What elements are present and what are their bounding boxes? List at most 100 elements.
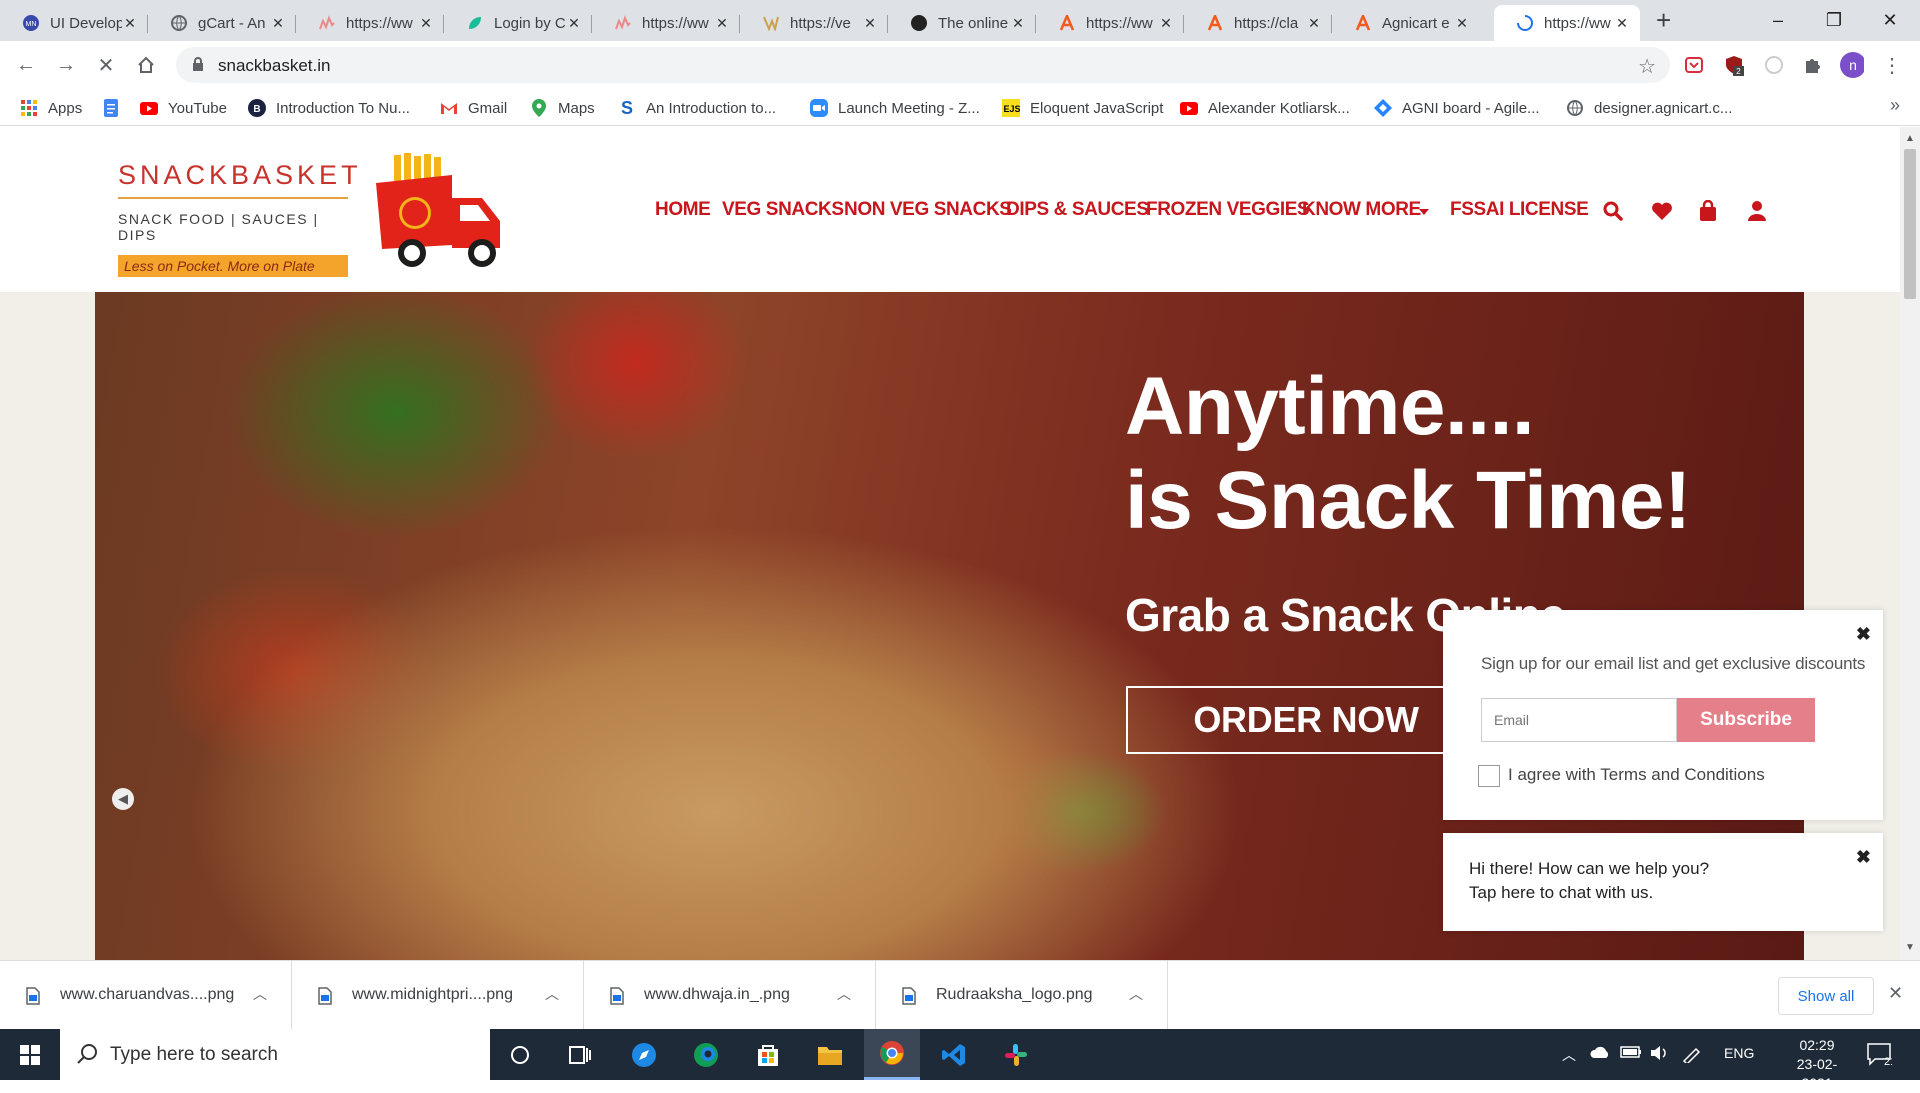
tab-active[interactable]: https://ww ✕ xyxy=(1494,5,1640,41)
restore-button[interactable]: ❐ xyxy=(1806,0,1862,40)
close-tab-icon[interactable]: ✕ xyxy=(1158,15,1174,31)
bookmark-youtube[interactable]: YouTube xyxy=(140,97,227,119)
bookmark-docs[interactable] xyxy=(102,97,130,119)
tab-5[interactable]: https://ww ✕ xyxy=(592,5,740,41)
close-icon[interactable]: ✖ xyxy=(1856,847,1871,868)
nav-know-more[interactable]: KNOW MORE xyxy=(1302,199,1421,221)
tab-9[interactable]: https://cla ✕ xyxy=(1184,5,1332,41)
bookmark-kotliarsk[interactable]: Alexander Kotliarsk... xyxy=(1180,97,1350,119)
back-button[interactable]: ← xyxy=(14,53,38,77)
home-button[interactable] xyxy=(134,53,158,77)
close-tab-icon[interactable]: ✕ xyxy=(122,15,138,31)
nav-non-veg-snacks[interactable]: NON VEG SNACKS xyxy=(844,199,1012,221)
bookmark-introduction[interactable]: S An Introduction to... xyxy=(618,97,776,119)
tab-10[interactable]: Agnicart e ✕ xyxy=(1332,5,1480,41)
windows-start-icon[interactable] xyxy=(0,1029,60,1080)
nav-fssai-license[interactable]: FSSAI LICENSE xyxy=(1450,199,1589,221)
system-clock[interactable]: 02:29 23-02-2021 xyxy=(1782,1036,1852,1093)
cart-bag-icon[interactable] xyxy=(1696,199,1720,223)
show-all-button[interactable]: Show all xyxy=(1778,977,1874,1015)
address-bar[interactable]: snackbasket.in ☆ xyxy=(176,47,1670,83)
scroll-up-icon[interactable]: ▲ xyxy=(1905,133,1915,144)
close-icon[interactable]: ✖ xyxy=(1856,624,1871,645)
chevron-up-icon[interactable]: ︿ xyxy=(253,984,267,1004)
chevron-down-icon[interactable] xyxy=(1419,209,1429,215)
bookmark-maps[interactable]: Maps xyxy=(530,97,595,119)
file-explorer-icon[interactable] xyxy=(802,1029,858,1080)
download-item[interactable]: www.charuandvas....png ︿ xyxy=(0,961,292,1030)
tab-3[interactable]: https://ww ✕ xyxy=(296,5,444,41)
bookmark-eloquent-js[interactable]: EJS Eloquent JavaScript xyxy=(1002,97,1163,119)
battery-icon[interactable] xyxy=(1620,1045,1642,1059)
close-tab-icon[interactable]: ✕ xyxy=(1614,15,1630,31)
tab-2[interactable]: gCart - An ✕ xyxy=(148,5,296,41)
menu-kebab-icon[interactable]: ⋮ xyxy=(1880,53,1904,77)
close-tab-icon[interactable]: ✕ xyxy=(1010,15,1026,31)
task-view-icon[interactable] xyxy=(552,1029,608,1080)
pocket-extension-icon[interactable] xyxy=(1682,53,1706,77)
close-tab-icon[interactable]: ✕ xyxy=(1306,15,1322,31)
close-tab-icon[interactable]: ✕ xyxy=(1454,15,1470,31)
search-icon[interactable] xyxy=(1601,199,1625,223)
notifications-icon[interactable]: 21 xyxy=(1866,1041,1892,1067)
close-tab-icon[interactable]: ✕ xyxy=(566,15,582,31)
volume-icon[interactable] xyxy=(1650,1045,1670,1061)
site-logo[interactable]: SNACKBASKET SNACK FOOD | SAUCES | DIPS L… xyxy=(118,160,358,277)
cortana-icon[interactable] xyxy=(492,1029,548,1080)
vscode-icon[interactable] xyxy=(926,1029,982,1080)
bookmark-apps[interactable]: Apps xyxy=(20,97,82,119)
user-account-icon[interactable] xyxy=(1745,199,1769,223)
order-now-button[interactable]: ORDER NOW xyxy=(1126,686,1486,754)
onedrive-icon[interactable] xyxy=(1590,1045,1610,1059)
safari-icon[interactable] xyxy=(616,1029,672,1080)
close-window-button[interactable]: ✕ xyxy=(1862,0,1918,40)
close-tab-icon[interactable]: ✕ xyxy=(714,15,730,31)
nav-home[interactable]: HOME xyxy=(655,199,711,221)
chevron-up-icon[interactable]: ︿ xyxy=(1129,984,1143,1004)
page-scrollbar[interactable]: ▲ ▼ xyxy=(1900,127,1920,960)
chrome-icon[interactable] xyxy=(864,1029,920,1080)
download-item[interactable]: www.dhwaja.in_.png ︿ xyxy=(584,961,876,1030)
download-item[interactable]: www.midnightpri....png ︿ xyxy=(292,961,584,1030)
bookmark-agni-board[interactable]: AGNI board - Agile... xyxy=(1374,97,1540,119)
tab-6[interactable]: https://ve ✕ xyxy=(740,5,888,41)
tray-chevron-icon[interactable]: ︿ xyxy=(1562,1045,1576,1065)
slider-prev-icon[interactable]: ◀ xyxy=(112,788,134,810)
profile-avatar[interactable]: n xyxy=(1840,52,1864,78)
tab-1[interactable]: MN UI Develop ✕ xyxy=(0,5,148,41)
close-icon[interactable]: ✕ xyxy=(1888,983,1903,1004)
nav-frozen-veggies[interactable]: FROZEN VEGGIES xyxy=(1146,199,1310,221)
tab-7[interactable]: The online ✕ xyxy=(888,5,1036,41)
nav-veg-snacks[interactable]: VEG SNACKS xyxy=(722,199,844,221)
terms-checkbox[interactable] xyxy=(1478,765,1500,787)
bookmark-zoom[interactable]: Launch Meeting - Z... xyxy=(810,97,980,119)
tab-4[interactable]: Login by C ✕ xyxy=(444,5,592,41)
slack-icon[interactable] xyxy=(988,1029,1044,1080)
taskbar-search[interactable]: Type here to search xyxy=(60,1029,490,1080)
chevron-up-icon[interactable]: ︿ xyxy=(545,984,559,1004)
stop-loading-button[interactable]: ✕ xyxy=(94,53,118,77)
minimize-button[interactable]: – xyxy=(1750,0,1806,40)
download-item[interactable]: Rudraaksha_logo.png ︿ xyxy=(876,961,1168,1030)
forward-button[interactable]: → xyxy=(54,53,78,77)
bookmark-gmail[interactable]: Gmail xyxy=(440,97,507,119)
close-tab-icon[interactable]: ✕ xyxy=(270,15,286,31)
wishlist-heart-icon[interactable] xyxy=(1650,199,1674,223)
chevron-up-icon[interactable]: ︿ xyxy=(837,984,851,1004)
close-tab-icon[interactable]: ✕ xyxy=(418,15,434,31)
truck-logo-icon[interactable] xyxy=(372,153,517,268)
scroll-down-icon[interactable]: ▼ xyxy=(1905,942,1915,953)
shield-extension-icon[interactable]: 2 xyxy=(1722,53,1746,77)
scroll-thumb[interactable] xyxy=(1904,149,1916,299)
more-bookmarks-icon[interactable]: » xyxy=(1890,95,1900,116)
loading-extension-icon[interactable] xyxy=(1762,53,1786,77)
store-icon[interactable] xyxy=(740,1029,796,1080)
chat-popup[interactable]: ✖ Hi there! How can we help you? Tap her… xyxy=(1443,833,1883,931)
bookmark-designer[interactable]: designer.agnicart.c... xyxy=(1566,97,1732,119)
bookmark-star-icon[interactable]: ☆ xyxy=(1638,54,1656,79)
email-field[interactable] xyxy=(1481,698,1677,742)
bookmark-intro-nu[interactable]: B Introduction To Nu... xyxy=(248,97,410,119)
subscribe-button[interactable]: Subscribe xyxy=(1677,698,1815,742)
close-tab-icon[interactable]: ✕ xyxy=(862,15,878,31)
new-tab-button[interactable]: + xyxy=(1656,7,1671,33)
